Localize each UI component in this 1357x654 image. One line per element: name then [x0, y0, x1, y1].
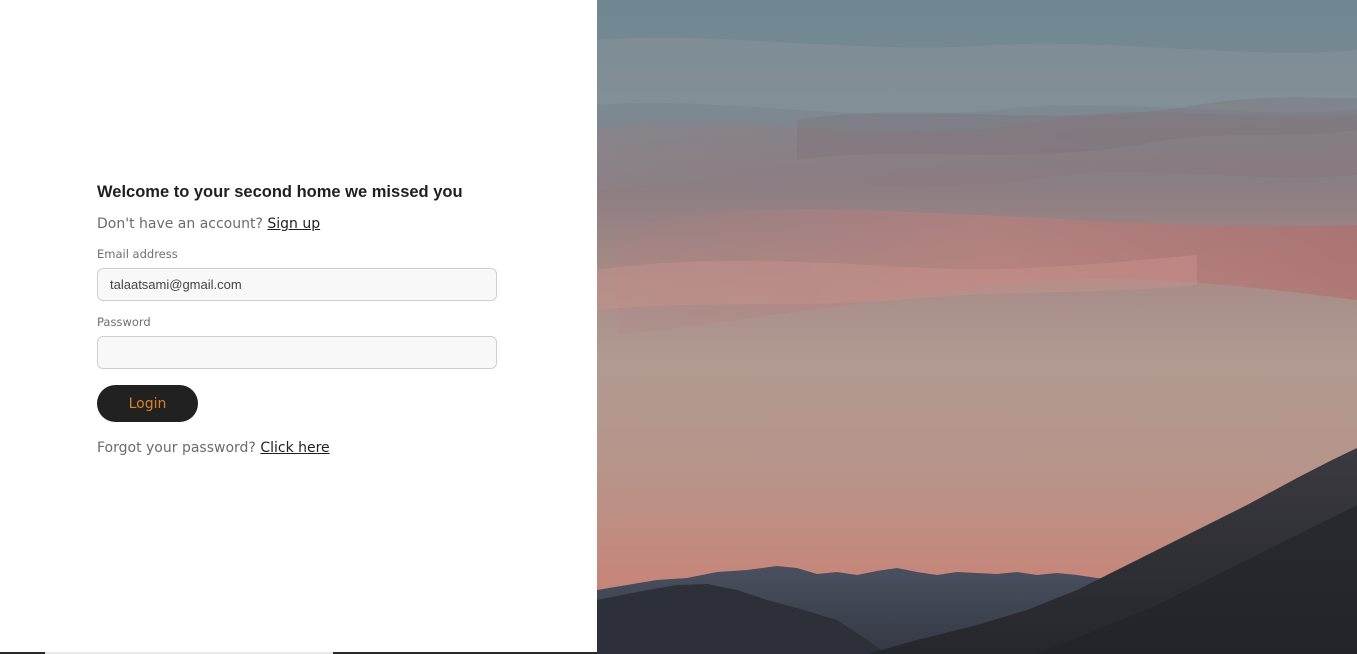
login-button[interactable]: Login — [97, 385, 198, 422]
signup-prompt: Don't have an account? — [97, 216, 263, 232]
login-panel: Welcome to your second home we missed yo… — [0, 0, 597, 654]
forgot-prompt: Forgot your password? — [97, 440, 256, 456]
password-label: Password — [97, 315, 151, 329]
password-field[interactable] — [97, 336, 497, 369]
forgot-password-line: Forgot your password? Click here — [97, 438, 497, 458]
signup-prompt-line: Don't have an account? Sign up — [97, 214, 497, 234]
login-form: Welcome to your second home we missed yo… — [97, 181, 497, 458]
forgot-password-link[interactable]: Click here — [260, 440, 329, 456]
hero-image — [597, 0, 1357, 654]
email-label: Email address — [97, 247, 178, 261]
login-page: Welcome to your second home we missed yo… — [0, 0, 1357, 654]
page-title: Welcome to your second home we missed yo… — [97, 183, 463, 201]
sunset-mountain-landscape-icon — [597, 0, 1357, 654]
signup-link[interactable]: Sign up — [267, 216, 320, 232]
email-field[interactable] — [97, 268, 497, 301]
